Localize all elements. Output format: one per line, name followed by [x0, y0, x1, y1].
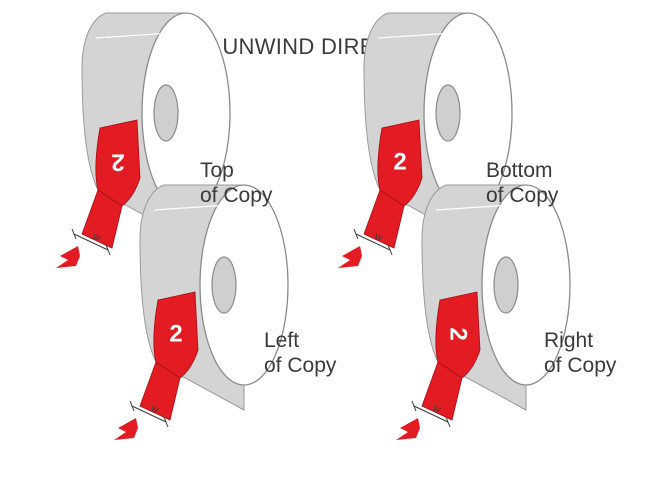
caption-line2: of Copy — [486, 184, 559, 207]
roll-left-of-copy: 2W — [113, 184, 289, 441]
caption-left: Left of Copy — [264, 328, 336, 378]
caption-line2: of Copy — [264, 354, 337, 377]
caption-line1: Top — [200, 159, 234, 182]
roll-right-of-copy: 2W — [395, 184, 571, 441]
caption-line2: of Copy — [544, 354, 617, 377]
caption-line1: Left — [264, 329, 300, 352]
label-number: 2 — [445, 327, 472, 340]
label-number: 2 — [169, 321, 182, 348]
label-roll — [395, 184, 571, 441]
rolls-illustration: 2W2W2W2W — [55, 12, 571, 441]
caption-right: Right of Copy — [544, 328, 616, 378]
caption-line1: Bottom — [486, 159, 553, 182]
label-number: 2 — [111, 149, 124, 176]
caption-line1: Right — [544, 329, 594, 352]
unwind-direction-diagram: UNWIND DIRECTION 2 W 2 W 2 W 2 W Top of … — [0, 0, 667, 500]
caption-line2: of Copy — [200, 184, 273, 207]
label-roll — [113, 184, 289, 441]
label-number: 2 — [393, 149, 406, 176]
caption-top: Top of Copy — [200, 158, 272, 208]
caption-bottom: Bottom of Copy — [486, 158, 558, 208]
